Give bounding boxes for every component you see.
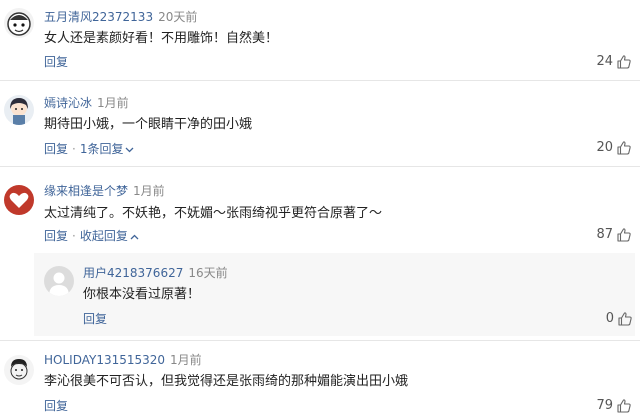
username-link[interactable]: HOLIDAY131515320 bbox=[44, 353, 165, 367]
comment-header: 五月清风22372133 20天前 bbox=[44, 9, 197, 25]
comment-list: 五月清风22372133 20天前 女人还是素颜好看！不用雕饰！自然美！ 回复 2… bbox=[0, 0, 640, 417]
reply-text: 你根本没看过原著！ bbox=[83, 287, 201, 302]
username-link[interactable]: 五月清风22372133 bbox=[44, 10, 153, 24]
comment-actions: 回复 bbox=[44, 398, 68, 414]
reply-button[interactable]: 回复 bbox=[44, 55, 68, 69]
comment-item: 嫣诗沁冰 1月前 期待田小娥，一个眼睛干净的田小娥 回复 · 1条回复 20 bbox=[0, 81, 640, 165]
comment-text: 期待田小娥，一个眼睛干净的田小娥 bbox=[44, 117, 253, 132]
chevron-down-icon bbox=[126, 147, 134, 152]
thumbs-up-icon bbox=[617, 228, 631, 242]
comment-actions: 回复 bbox=[44, 54, 68, 70]
like-count: 87 bbox=[596, 227, 613, 242]
thumbs-up-icon bbox=[618, 312, 632, 326]
reply-button[interactable]: 回复 bbox=[44, 399, 68, 413]
comment-text: 太过清纯了。不妖艳，不妩媚～张雨绮视乎更符合原著了～ bbox=[44, 206, 383, 221]
like-count: 0 bbox=[605, 311, 614, 326]
anime-girl-avatar-icon[interactable] bbox=[4, 95, 34, 125]
thumbs-up-icon bbox=[617, 141, 631, 155]
username-link[interactable]: 缘来相逢是个梦 bbox=[44, 184, 128, 198]
default-user-avatar-icon[interactable] bbox=[44, 266, 74, 296]
like-button[interactable]: 79 bbox=[596, 397, 632, 415]
chevron-up-icon bbox=[130, 234, 139, 239]
expand-replies-label: 1条回复 bbox=[79, 142, 124, 156]
comment-actions: 回复 · 收起回复 bbox=[44, 228, 139, 244]
like-count: 79 bbox=[596, 398, 613, 413]
like-button[interactable]: 20 bbox=[596, 139, 632, 157]
username-link[interactable]: 用户4218376627 bbox=[83, 266, 183, 280]
username-link[interactable]: 嫣诗沁冰 bbox=[44, 96, 92, 110]
like-button[interactable]: 0 bbox=[606, 310, 633, 328]
nested-reply: 用户4218376627 16天前 你根本没看过原著！ 回复 0 bbox=[34, 253, 635, 336]
expand-replies-button[interactable]: 1条回复 bbox=[80, 142, 135, 156]
thumbs-up-icon bbox=[617, 55, 631, 69]
thumbs-up-icon bbox=[617, 399, 631, 413]
comment-text: 李沁很美不可否认，但我觉得还是张雨绮的那种媚能演出田小娥 bbox=[44, 374, 409, 389]
like-button[interactable]: 87 bbox=[596, 226, 632, 244]
comment-text: 女人还是素颜好看！不用雕饰！自然美！ bbox=[44, 31, 279, 46]
comment-time: 1月前 bbox=[133, 184, 165, 198]
comment-header: 嫣诗沁冰 1月前 bbox=[44, 95, 129, 111]
like-count: 20 bbox=[596, 140, 613, 155]
like-button[interactable]: 24 bbox=[596, 53, 632, 71]
reply-actions: 回复 bbox=[83, 311, 107, 327]
comment-item: HOLIDAY131515320 1月前 李沁很美不可否认，但我觉得还是张雨绮的那… bbox=[0, 341, 640, 417]
comment-time: 1月前 bbox=[170, 353, 202, 367]
comment-item: 五月清风22372133 20天前 女人还是素颜好看！不用雕饰！自然美！ 回复 2… bbox=[0, 0, 640, 80]
comment-time: 20天前 bbox=[158, 10, 198, 24]
red-heart-avatar-icon[interactable] bbox=[4, 185, 34, 215]
comment-time: 1月前 bbox=[97, 96, 129, 110]
comment-actions: 回复 · 1条回复 bbox=[44, 141, 134, 157]
reply-header: 用户4218376627 16天前 bbox=[83, 265, 228, 281]
comment-header: 缘来相逢是个梦 1月前 bbox=[44, 183, 165, 199]
sketch-face-avatar-icon[interactable] bbox=[4, 355, 34, 385]
like-count: 24 bbox=[596, 54, 613, 69]
separator-dot: · bbox=[72, 229, 76, 243]
collapse-replies-button[interactable]: 收起回复 bbox=[80, 229, 139, 243]
reply-button[interactable]: 回复 bbox=[83, 312, 107, 326]
collapse-replies-label: 收起回复 bbox=[79, 229, 128, 243]
comment-header: HOLIDAY131515320 1月前 bbox=[44, 352, 202, 368]
separator-dot: · bbox=[72, 142, 76, 156]
reply-time: 16天前 bbox=[188, 266, 228, 280]
reply-button[interactable]: 回复 bbox=[44, 229, 68, 243]
cartoon-face-avatar-icon[interactable] bbox=[4, 8, 34, 38]
reply-button[interactable]: 回复 bbox=[44, 142, 68, 156]
